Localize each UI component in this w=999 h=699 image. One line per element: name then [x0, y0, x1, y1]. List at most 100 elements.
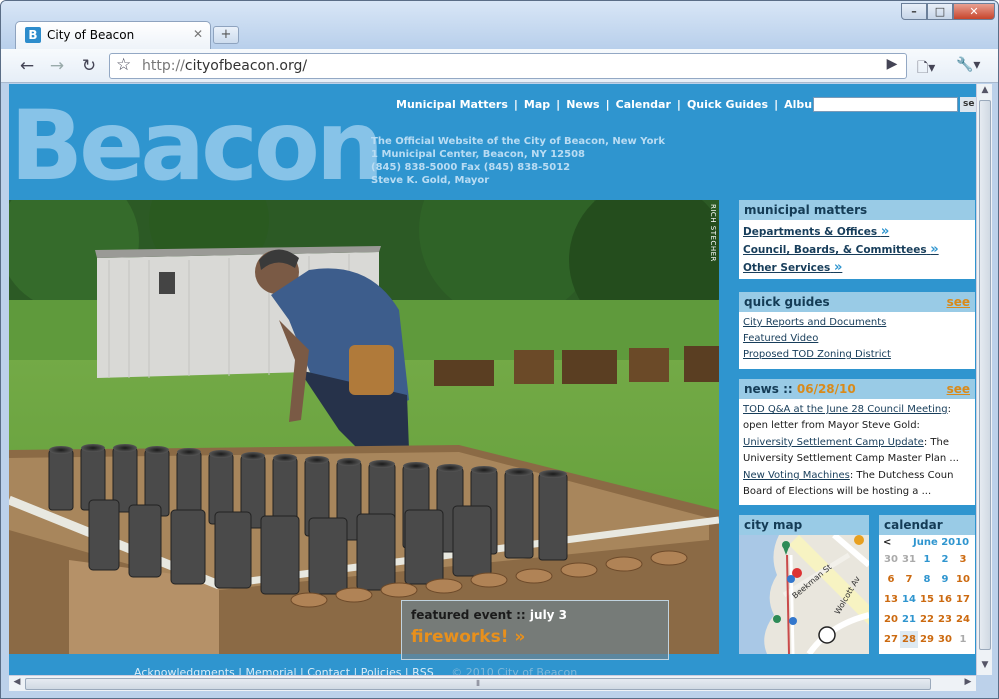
favicon-icon: B — [25, 27, 41, 43]
calendar-day[interactable]: 1 — [954, 631, 972, 648]
quick-guides-panel: quick guides see City Reports and Documen… — [739, 292, 975, 369]
municipal-matters-heading: municipal matters — [739, 200, 975, 220]
featured-event-link[interactable]: fireworks! » — [411, 627, 525, 647]
calendar-day[interactable]: 8 — [918, 571, 936, 588]
calendar-prev-button[interactable]: < — [883, 537, 891, 548]
page-viewport: Municipal Matters | Map | News | Calendar | Quic… — [9, 84, 976, 675]
window-controls: – □ ✕ — [901, 3, 995, 21]
calendar-day[interactable]: 22 — [918, 611, 936, 628]
forward-arrow-icon[interactable]: → — [43, 53, 71, 79]
departments-link[interactable]: Departments & Offices » — [743, 223, 971, 241]
new-tab-button[interactable]: + — [213, 26, 239, 44]
scroll-right-icon[interactable]: ▶ — [961, 677, 975, 687]
calendar-day[interactable]: 13 — [882, 591, 900, 608]
site-logo[interactable]: Beacon — [10, 98, 384, 194]
vertical-scroll-thumb[interactable] — [979, 100, 991, 650]
double-chevron-icon: » — [880, 224, 890, 239]
site-nav: Municipal Matters | Map | News | Calendar | Quic… — [396, 98, 831, 111]
back-arrow-icon[interactable]: ← — [13, 53, 41, 79]
browser-window: B City of Beacon ✕ + – □ ✕ ← → ↻ ☆ http:… — [0, 0, 999, 699]
nav-map[interactable]: Map — [524, 98, 550, 111]
horizontal-scroll-thumb[interactable]: ⦀ — [25, 678, 931, 690]
calendar-day[interactable]: 27 — [882, 631, 900, 648]
close-window-icon[interactable]: ✕ — [953, 3, 995, 20]
reload-icon[interactable]: ↻ — [75, 53, 103, 79]
hero-photo — [9, 200, 719, 654]
photo-credit: RICH STECHER — [709, 204, 717, 262]
calendar-day[interactable]: 30 — [882, 551, 900, 568]
footer-rss-link[interactable]: RSS — [412, 666, 434, 675]
calendar-day[interactable]: 31 — [900, 551, 918, 568]
other-services-link[interactable]: Other Services » — [743, 259, 971, 277]
vertical-scrollbar[interactable]: ▲ ▼ — [976, 84, 992, 675]
calendar-day[interactable]: 30 — [936, 631, 954, 648]
calendar-day[interactable]: 1 — [918, 551, 936, 568]
calendar-day[interactable]: 20 — [882, 611, 900, 628]
calendar-day[interactable]: 6 — [882, 571, 900, 588]
calendar-nav: < June 2010 — [879, 535, 975, 551]
council-link[interactable]: Council, Boards, & Committees » — [743, 241, 971, 259]
page-menu-icon[interactable]: 🗋▾ — [917, 57, 935, 81]
scroll-up-icon[interactable]: ▲ — [977, 85, 993, 99]
calendar-day[interactable]: 3 — [954, 551, 972, 568]
calendar-day[interactable]: 9 — [936, 571, 954, 588]
map-pin-icon — [787, 575, 795, 583]
map-pin-icon — [818, 626, 836, 644]
news-item-link[interactable]: University Settlement Camp Update — [743, 437, 924, 448]
news-item-link[interactable]: New Voting Machines — [743, 470, 850, 481]
city-reports-link[interactable]: City Reports and Documents — [743, 315, 971, 331]
calendar-day[interactable]: 28 — [900, 631, 918, 648]
calendar-day[interactable]: 2 — [936, 551, 954, 568]
calendar-day[interactable]: 7 — [900, 571, 918, 588]
calendar-day[interactable]: 15 — [918, 591, 936, 608]
news-item: University Settlement Camp Update: The U… — [743, 437, 959, 464]
calendar-day[interactable]: 29 — [918, 631, 936, 648]
scroll-left-icon[interactable]: ◀ — [10, 677, 24, 687]
nav-quick-guides[interactable]: Quick Guides — [687, 98, 768, 111]
news-panel: news :: 06/28/10 see TOD Q&A at the June … — [739, 379, 975, 505]
nav-news[interactable]: News — [566, 98, 599, 111]
municipal-matters-panel: municipal matters Departments & Offices … — [739, 200, 975, 279]
footer-memorial-link[interactable]: Memorial — [245, 666, 296, 675]
calendar-day[interactable]: 23 — [936, 611, 954, 628]
quick-guides-heading: quick guides see — [739, 292, 975, 312]
go-icon[interactable]: ▶ — [882, 56, 902, 72]
site-search-button[interactable]: se — [960, 97, 976, 112]
news-heading: news :: 06/28/10 see — [739, 379, 975, 399]
news-item-link[interactable]: TOD Q&A at the June 28 Council Meeting — [743, 404, 948, 415]
footer-acknowledgments-link[interactable]: Acknowledgments — [134, 666, 235, 675]
calendar-day[interactable]: 17 — [954, 591, 972, 608]
calendar-panel: calendar < June 2010 30 31 1 2 3 6 7 8 9… — [879, 515, 975, 654]
calendar-day[interactable]: 16 — [936, 591, 954, 608]
nav-calendar[interactable]: Calendar — [616, 98, 671, 111]
quick-guides-see-link[interactable]: see — [947, 292, 970, 312]
calendar-day[interactable]: 10 — [954, 571, 972, 588]
featured-event-box[interactable]: featured event :: july 3 fireworks! » — [401, 600, 669, 660]
calendar-month: June 2010 — [913, 537, 970, 548]
footer-policies-link[interactable]: Policies — [361, 666, 402, 675]
nav-municipal-matters[interactable]: Municipal Matters — [396, 98, 508, 111]
site-search-input[interactable] — [813, 97, 958, 112]
featured-event-label: featured event :: july 3 — [411, 608, 568, 622]
news-see-link[interactable]: see — [947, 379, 970, 399]
wrench-menu-icon[interactable]: 🔧▾ — [956, 57, 980, 73]
site-footer: Acknowledgments | Memorial | Contact | P… — [134, 666, 577, 675]
scroll-down-icon[interactable]: ▼ — [977, 660, 993, 674]
city-map-image[interactable]: Beekman St Wolcott Av — [739, 532, 871, 656]
calendar-day[interactable]: 24 — [954, 611, 972, 628]
close-tab-icon[interactable]: ✕ — [193, 27, 203, 41]
calendar-day[interactable]: 14 — [900, 591, 918, 608]
featured-video-link[interactable]: Featured Video — [743, 331, 971, 347]
bookmark-star-icon[interactable]: ☆ — [116, 55, 131, 75]
city-map-panel[interactable]: city map Beekman St Wolcott Av — [739, 515, 871, 656]
city-map-heading: city map — [739, 515, 869, 535]
footer-contact-link[interactable]: Contact — [307, 666, 350, 675]
minimize-icon[interactable]: – — [901, 3, 927, 20]
horizontal-scrollbar[interactable]: ◀ ⦀ ▶ — [9, 675, 976, 691]
tod-zoning-link[interactable]: Proposed TOD Zoning District — [743, 347, 971, 363]
double-chevron-icon: » — [833, 260, 843, 275]
browser-tab[interactable]: B City of Beacon ✕ — [15, 21, 211, 49]
calendar-day[interactable]: 21 — [900, 611, 918, 628]
maximize-icon[interactable]: □ — [927, 3, 953, 20]
address-bar[interactable]: ☆ http://cityofbeacon.org/ ▶ — [109, 53, 907, 79]
